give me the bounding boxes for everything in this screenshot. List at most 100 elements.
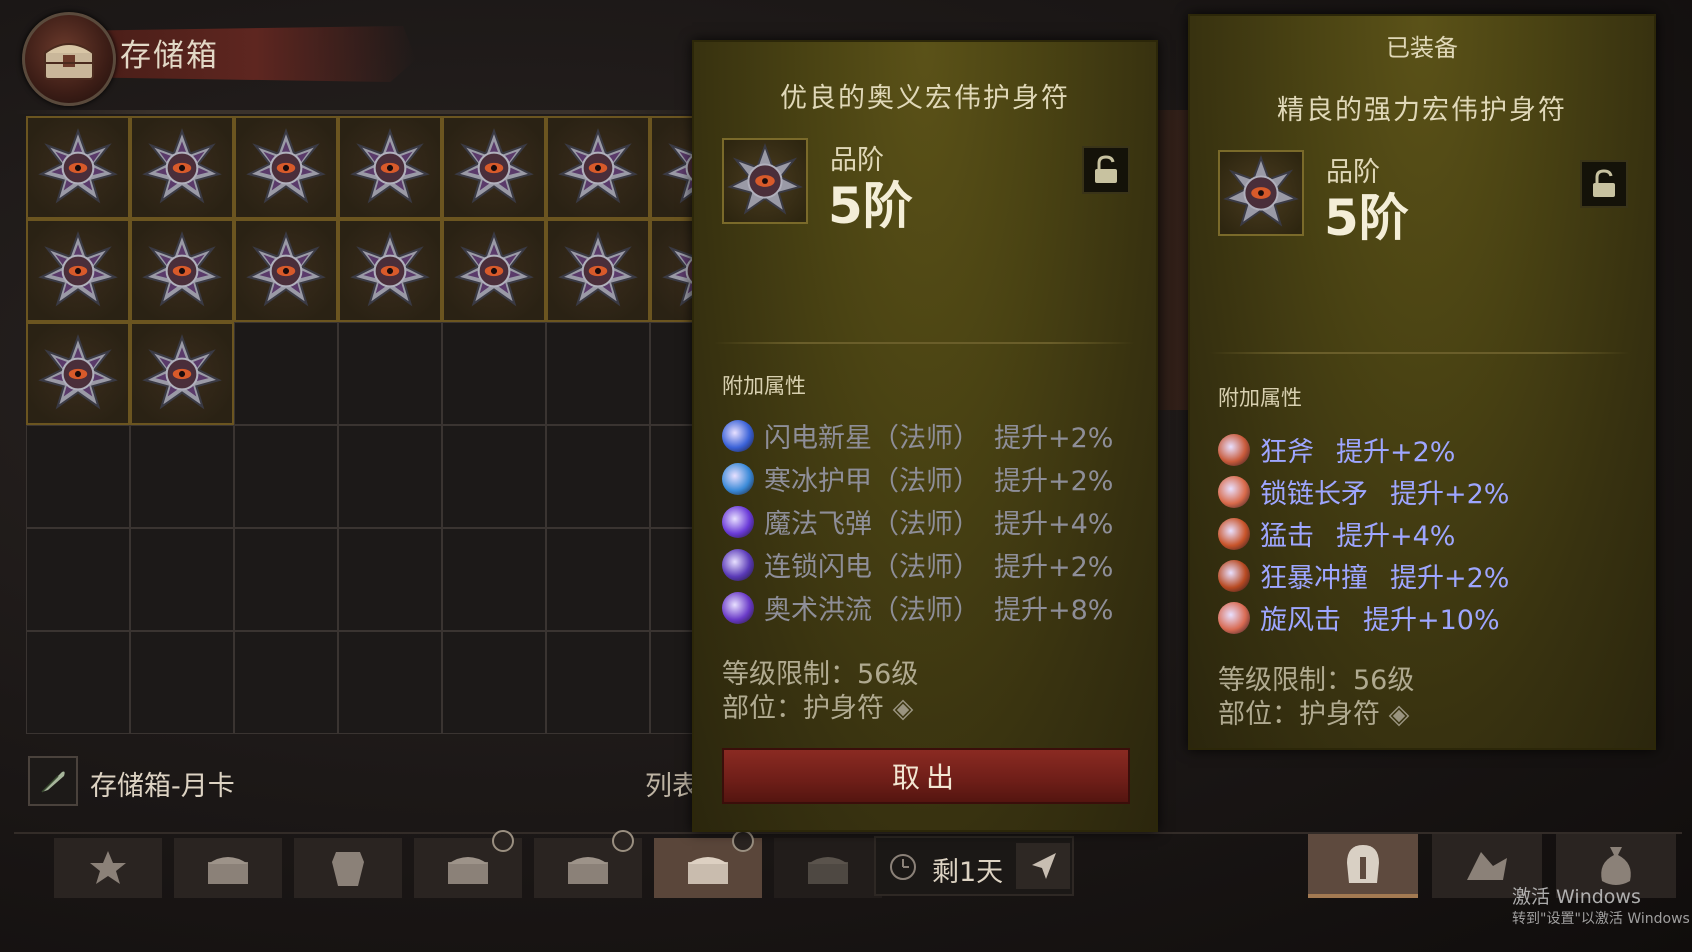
storage-slot-empty[interactable] <box>338 631 442 734</box>
affix-bonus: 提升+8% <box>994 595 1114 626</box>
storage-slot-empty[interactable] <box>442 425 546 528</box>
affix-row: 狂斧 提升+2% <box>1218 430 1455 469</box>
tier-value: 5阶 <box>1324 189 1409 247</box>
affix-skill: 魔法飞弹（法师） <box>764 509 980 540</box>
affix-row: 锁链长矛 提升+2% <box>1218 472 1509 511</box>
chain-lightning-icon <box>722 548 754 581</box>
chest-icon <box>22 12 116 106</box>
storage-slot-item[interactable] <box>546 116 650 219</box>
tab-storage-monthly[interactable] <box>654 830 762 898</box>
storage-header: 存储箱 <box>14 6 416 106</box>
amulet-icon <box>38 334 118 410</box>
storage-slot-item[interactable] <box>338 116 442 219</box>
storage-slot-item[interactable] <box>442 219 546 322</box>
rename-button[interactable] <box>28 756 78 806</box>
affix-skill: 狂斧 <box>1260 437 1314 468</box>
affix-row: 连锁闪电（法师） 提升+2% <box>722 545 1113 584</box>
affix-skill: 锁链长矛 <box>1260 479 1368 510</box>
armor-icon <box>332 852 364 886</box>
storage-slot-empty[interactable] <box>546 528 650 631</box>
tab-armor[interactable] <box>294 838 402 898</box>
tab-storage-locked[interactable] <box>774 838 882 898</box>
item-tooltip: 优良的奥义宏伟护身符 品阶 5阶 附加属性 闪电新星（法师） 提升+2% 寒冰护甲（… <box>692 40 1158 832</box>
storage-slot-item[interactable] <box>234 116 338 219</box>
amulet-icon <box>454 128 534 204</box>
storage-slot-empty[interactable] <box>338 322 442 425</box>
whirlwind-icon <box>1218 601 1250 634</box>
timer-text: 剩1天 <box>932 857 1004 888</box>
chest-icon <box>448 857 488 884</box>
activation-watermark-hint: 转到"设置"以激活 Windows <box>1512 911 1690 927</box>
amulet-icon <box>558 128 638 204</box>
storage-slot-empty[interactable] <box>546 322 650 425</box>
slot-info: 部位：护身符 ◈ <box>1218 692 1409 731</box>
equipped-label: 已装备 <box>1386 34 1458 62</box>
storage-slot-empty[interactable] <box>546 631 650 734</box>
affix-bonus: 提升+2% <box>1390 563 1510 594</box>
unlock-icon <box>1593 169 1615 197</box>
storage-slot-empty[interactable] <box>234 528 338 631</box>
storage-slot-empty[interactable] <box>338 425 442 528</box>
tab-storage-1[interactable] <box>174 838 282 898</box>
storage-slot-empty[interactable] <box>26 631 130 734</box>
lock-button[interactable] <box>1082 146 1130 194</box>
storage-slot-empty[interactable] <box>442 528 546 631</box>
storage-slot-empty[interactable] <box>26 425 130 528</box>
tab-storage-2[interactable] <box>414 830 522 898</box>
lightning-nova-icon <box>722 419 754 452</box>
list-label[interactable]: 列表 <box>645 764 699 803</box>
magic-missile-icon <box>722 505 754 538</box>
storage-slot-item[interactable] <box>234 219 338 322</box>
send-button[interactable] <box>1016 843 1070 889</box>
storage-slot-item[interactable] <box>26 116 130 219</box>
unlock-icon <box>1095 155 1117 183</box>
equipped-tooltip: 已装备 精良的强力宏伟护身符 品阶 5阶 附加属性 狂斧 提升+2% 锁链长矛 提升+… <box>1188 14 1656 750</box>
storage-slot-empty[interactable] <box>442 322 546 425</box>
storage-grid <box>26 116 754 734</box>
amulet-icon <box>38 128 118 204</box>
lock-button[interactable] <box>1580 160 1628 208</box>
bash-icon <box>1218 517 1250 550</box>
amulet-icon <box>454 231 534 307</box>
chain-spear-icon <box>1218 475 1250 508</box>
storage-slot-empty[interactable] <box>546 425 650 528</box>
item-name: 优良的奥义宏伟护身符 <box>780 83 1070 114</box>
storage-title: 存储箱 <box>120 38 219 74</box>
storage-slot-item[interactable] <box>338 219 442 322</box>
affix-row: 狂暴冲撞 提升+2% <box>1218 556 1509 595</box>
tier-value: 5阶 <box>828 177 913 235</box>
storage-slot-empty[interactable] <box>234 425 338 528</box>
storage-slot-empty[interactable] <box>338 528 442 631</box>
affix-row: 魔法飞弹（法师） 提升+4% <box>722 502 1113 541</box>
storage-slot-item[interactable] <box>130 322 234 425</box>
amulet-icon <box>350 128 430 204</box>
arcane-torrent-icon <box>722 591 754 624</box>
storage-slot-item[interactable] <box>442 116 546 219</box>
amulet-icon <box>38 231 118 307</box>
storage-slot-item[interactable] <box>26 322 130 425</box>
affix-section-label: 附加属性 <box>722 374 806 398</box>
affix-skill: 旋风击 <box>1260 605 1341 636</box>
take-out-button[interactable]: 取出 <box>722 748 1130 804</box>
chest-icon <box>688 857 728 884</box>
tab-storage-3[interactable] <box>534 830 642 898</box>
storage-slot-empty[interactable] <box>234 631 338 734</box>
affix-bonus: 提升+2% <box>994 466 1114 497</box>
amulet-icon <box>350 231 430 307</box>
storage-slot-empty[interactable] <box>442 631 546 734</box>
tab-favorites[interactable] <box>54 838 162 898</box>
storage-slot-empty[interactable] <box>130 631 234 734</box>
storage-slot-item[interactable] <box>130 219 234 322</box>
helmet-icon <box>1347 845 1379 883</box>
affix-row: 奥术洪流（法师） 提升+8% <box>722 588 1113 627</box>
storage-slot-empty[interactable] <box>26 528 130 631</box>
tab-character[interactable] <box>1308 834 1418 898</box>
affix-bonus: 提升+2% <box>994 423 1114 454</box>
storage-slot-empty[interactable] <box>130 425 234 528</box>
storage-slot-item[interactable] <box>130 116 234 219</box>
divider <box>14 110 714 114</box>
storage-slot-empty[interactable] <box>234 322 338 425</box>
storage-slot-item[interactable] <box>546 219 650 322</box>
storage-slot-empty[interactable] <box>130 528 234 631</box>
storage-slot-item[interactable] <box>26 219 130 322</box>
